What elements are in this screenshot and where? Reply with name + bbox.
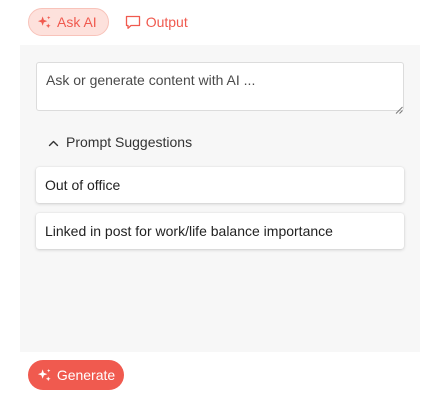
tab-output[interactable]: Output <box>123 8 190 36</box>
tab-bar: Ask AI Output <box>28 8 190 36</box>
resize-handle-icon[interactable] <box>395 101 403 114</box>
tab-ask-ai[interactable]: Ask AI <box>28 8 109 36</box>
generate-button[interactable]: Generate <box>28 360 124 390</box>
ask-ai-panel: Prompt Suggestions Out of office Linked … <box>20 45 420 352</box>
sparkles-icon <box>37 15 52 30</box>
prompt-suggestions-toggle[interactable]: Prompt Suggestions <box>48 134 192 150</box>
suggestion-item[interactable]: Out of office <box>36 167 404 203</box>
suggestion-label: Out of office <box>45 177 121 193</box>
sparkles-icon <box>37 368 52 383</box>
generate-button-label: Generate <box>56 367 116 383</box>
prompt-input[interactable] <box>36 62 404 111</box>
chevron-up-icon <box>48 134 59 150</box>
tab-output-label: Output <box>145 14 188 30</box>
chat-bubble-icon <box>125 15 141 30</box>
suggestion-item[interactable]: Linked in post for work/life balance imp… <box>36 213 404 249</box>
prompt-suggestions-header: Prompt Suggestions <box>66 134 193 150</box>
suggestion-label: Linked in post for work/life balance imp… <box>45 223 333 239</box>
tab-ask-ai-label: Ask AI <box>57 14 97 30</box>
